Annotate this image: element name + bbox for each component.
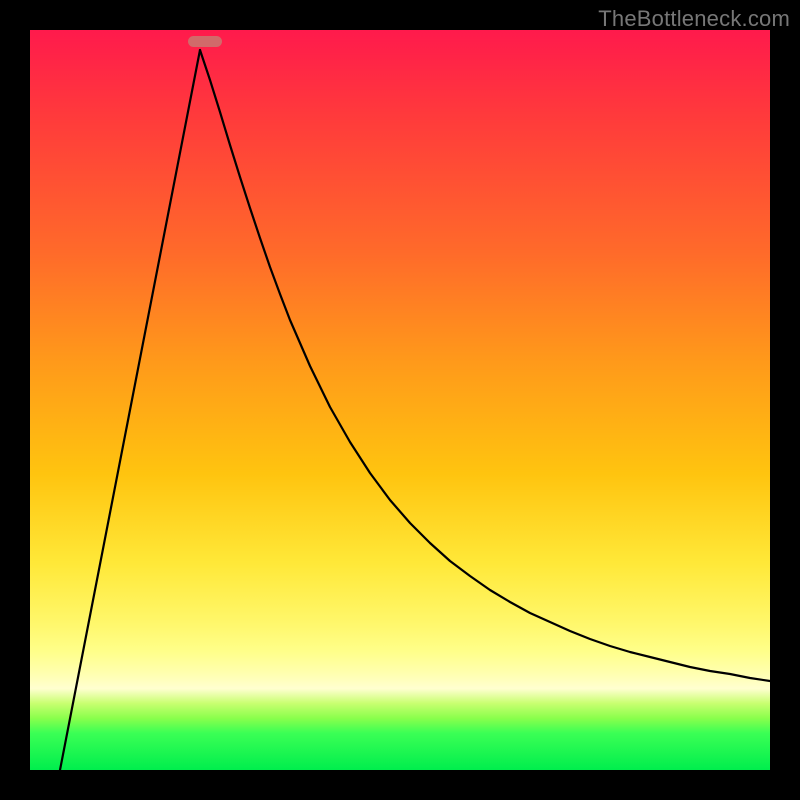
curve-right (200, 50, 770, 681)
curve-svg (30, 30, 770, 770)
minimum-marker (188, 36, 222, 47)
plot-area (30, 30, 770, 770)
watermark-text: TheBottleneck.com (598, 6, 790, 32)
curve-left (60, 50, 200, 770)
chart-frame: TheBottleneck.com (0, 0, 800, 800)
